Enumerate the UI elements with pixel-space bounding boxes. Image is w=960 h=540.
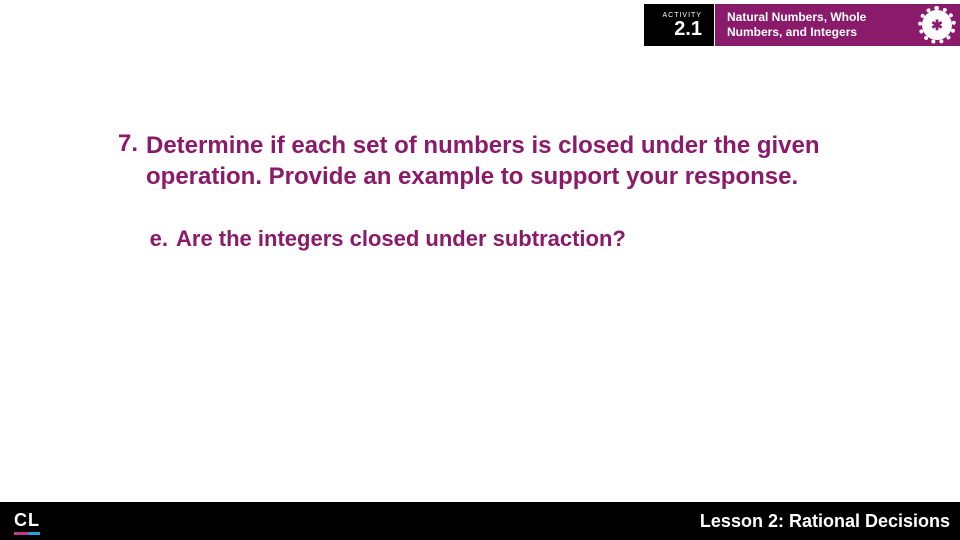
subquestion-row: e. Are the integers closed under subtrac…: [146, 226, 890, 252]
brand-logo: CL: [14, 510, 40, 533]
gear-icon: ✱: [922, 10, 952, 40]
lesson-label: Lesson 2: Rational Decisions: [700, 511, 950, 532]
footer-bar: CL Lesson 2: Rational Decisions: [0, 502, 960, 540]
slide: ACTIVITY 2.1 Natural Numbers, Whole Numb…: [0, 0, 960, 540]
subquestion-prompt: Are the integers closed under subtractio…: [176, 226, 626, 252]
subquestion-letter: e.: [146, 226, 176, 252]
brand-logo-text: CL: [14, 510, 40, 530]
question-number: 7.: [116, 130, 146, 192]
activity-number-block: ACTIVITY 2.1: [644, 4, 714, 46]
activity-badge: ACTIVITY 2.1 Natural Numbers, Whole Numb…: [644, 4, 960, 46]
activity-title: Natural Numbers, Whole Numbers, and Inte…: [714, 4, 914, 46]
question-row: 7. Determine if each set of numbers is c…: [116, 130, 890, 192]
question-content: 7. Determine if each set of numbers is c…: [116, 130, 890, 252]
question-prompt: Determine if each set of numbers is clos…: [146, 130, 890, 192]
brand-logo-underline: [14, 532, 40, 535]
activity-icon-box: ✱: [914, 4, 960, 46]
activity-number: 2.1: [674, 19, 702, 39]
